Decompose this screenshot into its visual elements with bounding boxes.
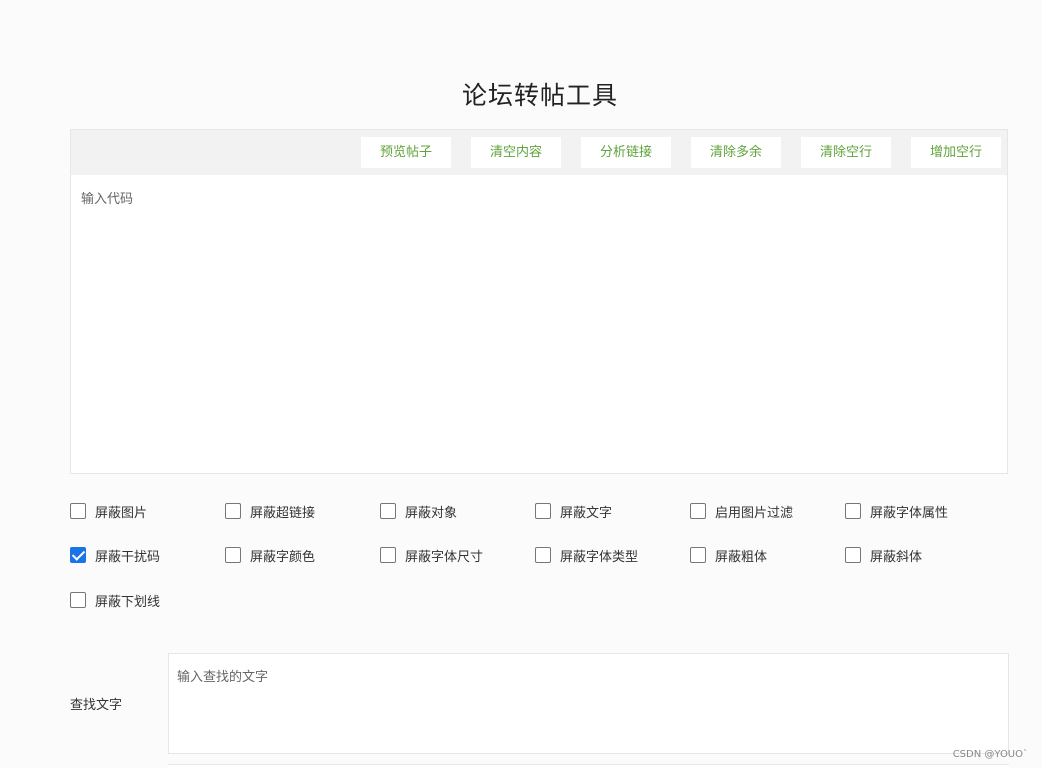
analyze-links-button[interactable]: 分析链接 [581,137,671,168]
clear-empty-lines-button[interactable]: 清除空行 [801,137,891,168]
option-label: 屏蔽图片 [95,505,148,521]
option-block-objects[interactable]: 屏蔽对象 [380,501,457,521]
checkbox[interactable] [845,503,861,519]
option-block-font-attributes[interactable]: 屏蔽字体属性 [845,501,948,521]
option-block-italic[interactable]: 屏蔽斜体 [845,545,922,565]
option-label: 屏蔽斜体 [870,549,923,565]
option-label: 启用图片过滤 [715,505,794,521]
checkbox[interactable] [380,503,396,519]
option-block-font-color[interactable]: 屏蔽字颜色 [225,545,315,565]
option-label: 屏蔽文字 [560,505,613,521]
find-text-input[interactable] [168,653,1009,754]
option-label: 屏蔽字体类型 [560,549,639,565]
option-label: 屏蔽超链接 [250,505,316,521]
option-block-font-type[interactable]: 屏蔽字体类型 [535,545,638,565]
option-enable-image-filter[interactable]: 启用图片过滤 [690,501,793,521]
clear-extra-button[interactable]: 清除多余 [691,137,781,168]
checkbox[interactable] [70,592,86,608]
checkbox[interactable] [225,503,241,519]
option-block-underline[interactable]: 屏蔽下划线 [70,590,160,610]
option-label: 屏蔽字颜色 [250,549,316,565]
checkbox[interactable] [225,547,241,563]
checkbox[interactable] [535,547,551,563]
option-block-font-size[interactable]: 屏蔽字体尺寸 [380,545,483,565]
code-editor-panel: 预览帖子 清空内容 分析链接 清除多余 清除空行 增加空行 [70,129,1008,474]
option-label: 屏蔽粗体 [715,549,768,565]
add-empty-lines-button[interactable]: 增加空行 [911,137,1001,168]
option-label: 屏蔽下划线 [95,594,161,610]
clear-content-button[interactable]: 清空内容 [471,137,561,168]
code-input[interactable] [71,175,1007,473]
checkbox[interactable] [690,547,706,563]
checkbox[interactable] [535,503,551,519]
option-block-hyperlinks[interactable]: 屏蔽超链接 [225,501,315,521]
option-block-images[interactable]: 屏蔽图片 [70,501,147,521]
checkbox[interactable] [70,503,86,519]
page-title: 论坛转帖工具 [461,81,618,110]
checkbox[interactable] [380,547,396,563]
option-label: 屏蔽字体属性 [870,505,949,521]
option-label: 屏蔽字体尺寸 [405,549,484,565]
editor-toolbar: 预览帖子 清空内容 分析链接 清除多余 清除空行 增加空行 [71,130,1007,175]
watermark: CSDN @YOUO` [952,749,1028,760]
next-field-edge [168,764,1009,768]
option-block-text[interactable]: 屏蔽文字 [535,501,612,521]
option-label: 屏蔽对象 [405,505,458,521]
checkbox[interactable] [845,547,861,563]
page: 论坛转帖工具 预览帖子 清空内容 分析链接 清除多余 清除空行 增加空行 屏蔽图… [0,0,1042,768]
preview-post-button[interactable]: 预览帖子 [361,137,451,168]
option-label: 屏蔽干扰码 [95,549,161,565]
find-text-label: 查找文字 [70,698,123,713]
option-block-bold[interactable]: 屏蔽粗体 [690,545,767,565]
checkbox[interactable] [70,547,86,563]
checkbox[interactable] [690,503,706,519]
option-block-interference-code[interactable]: 屏蔽干扰码 [70,545,160,565]
